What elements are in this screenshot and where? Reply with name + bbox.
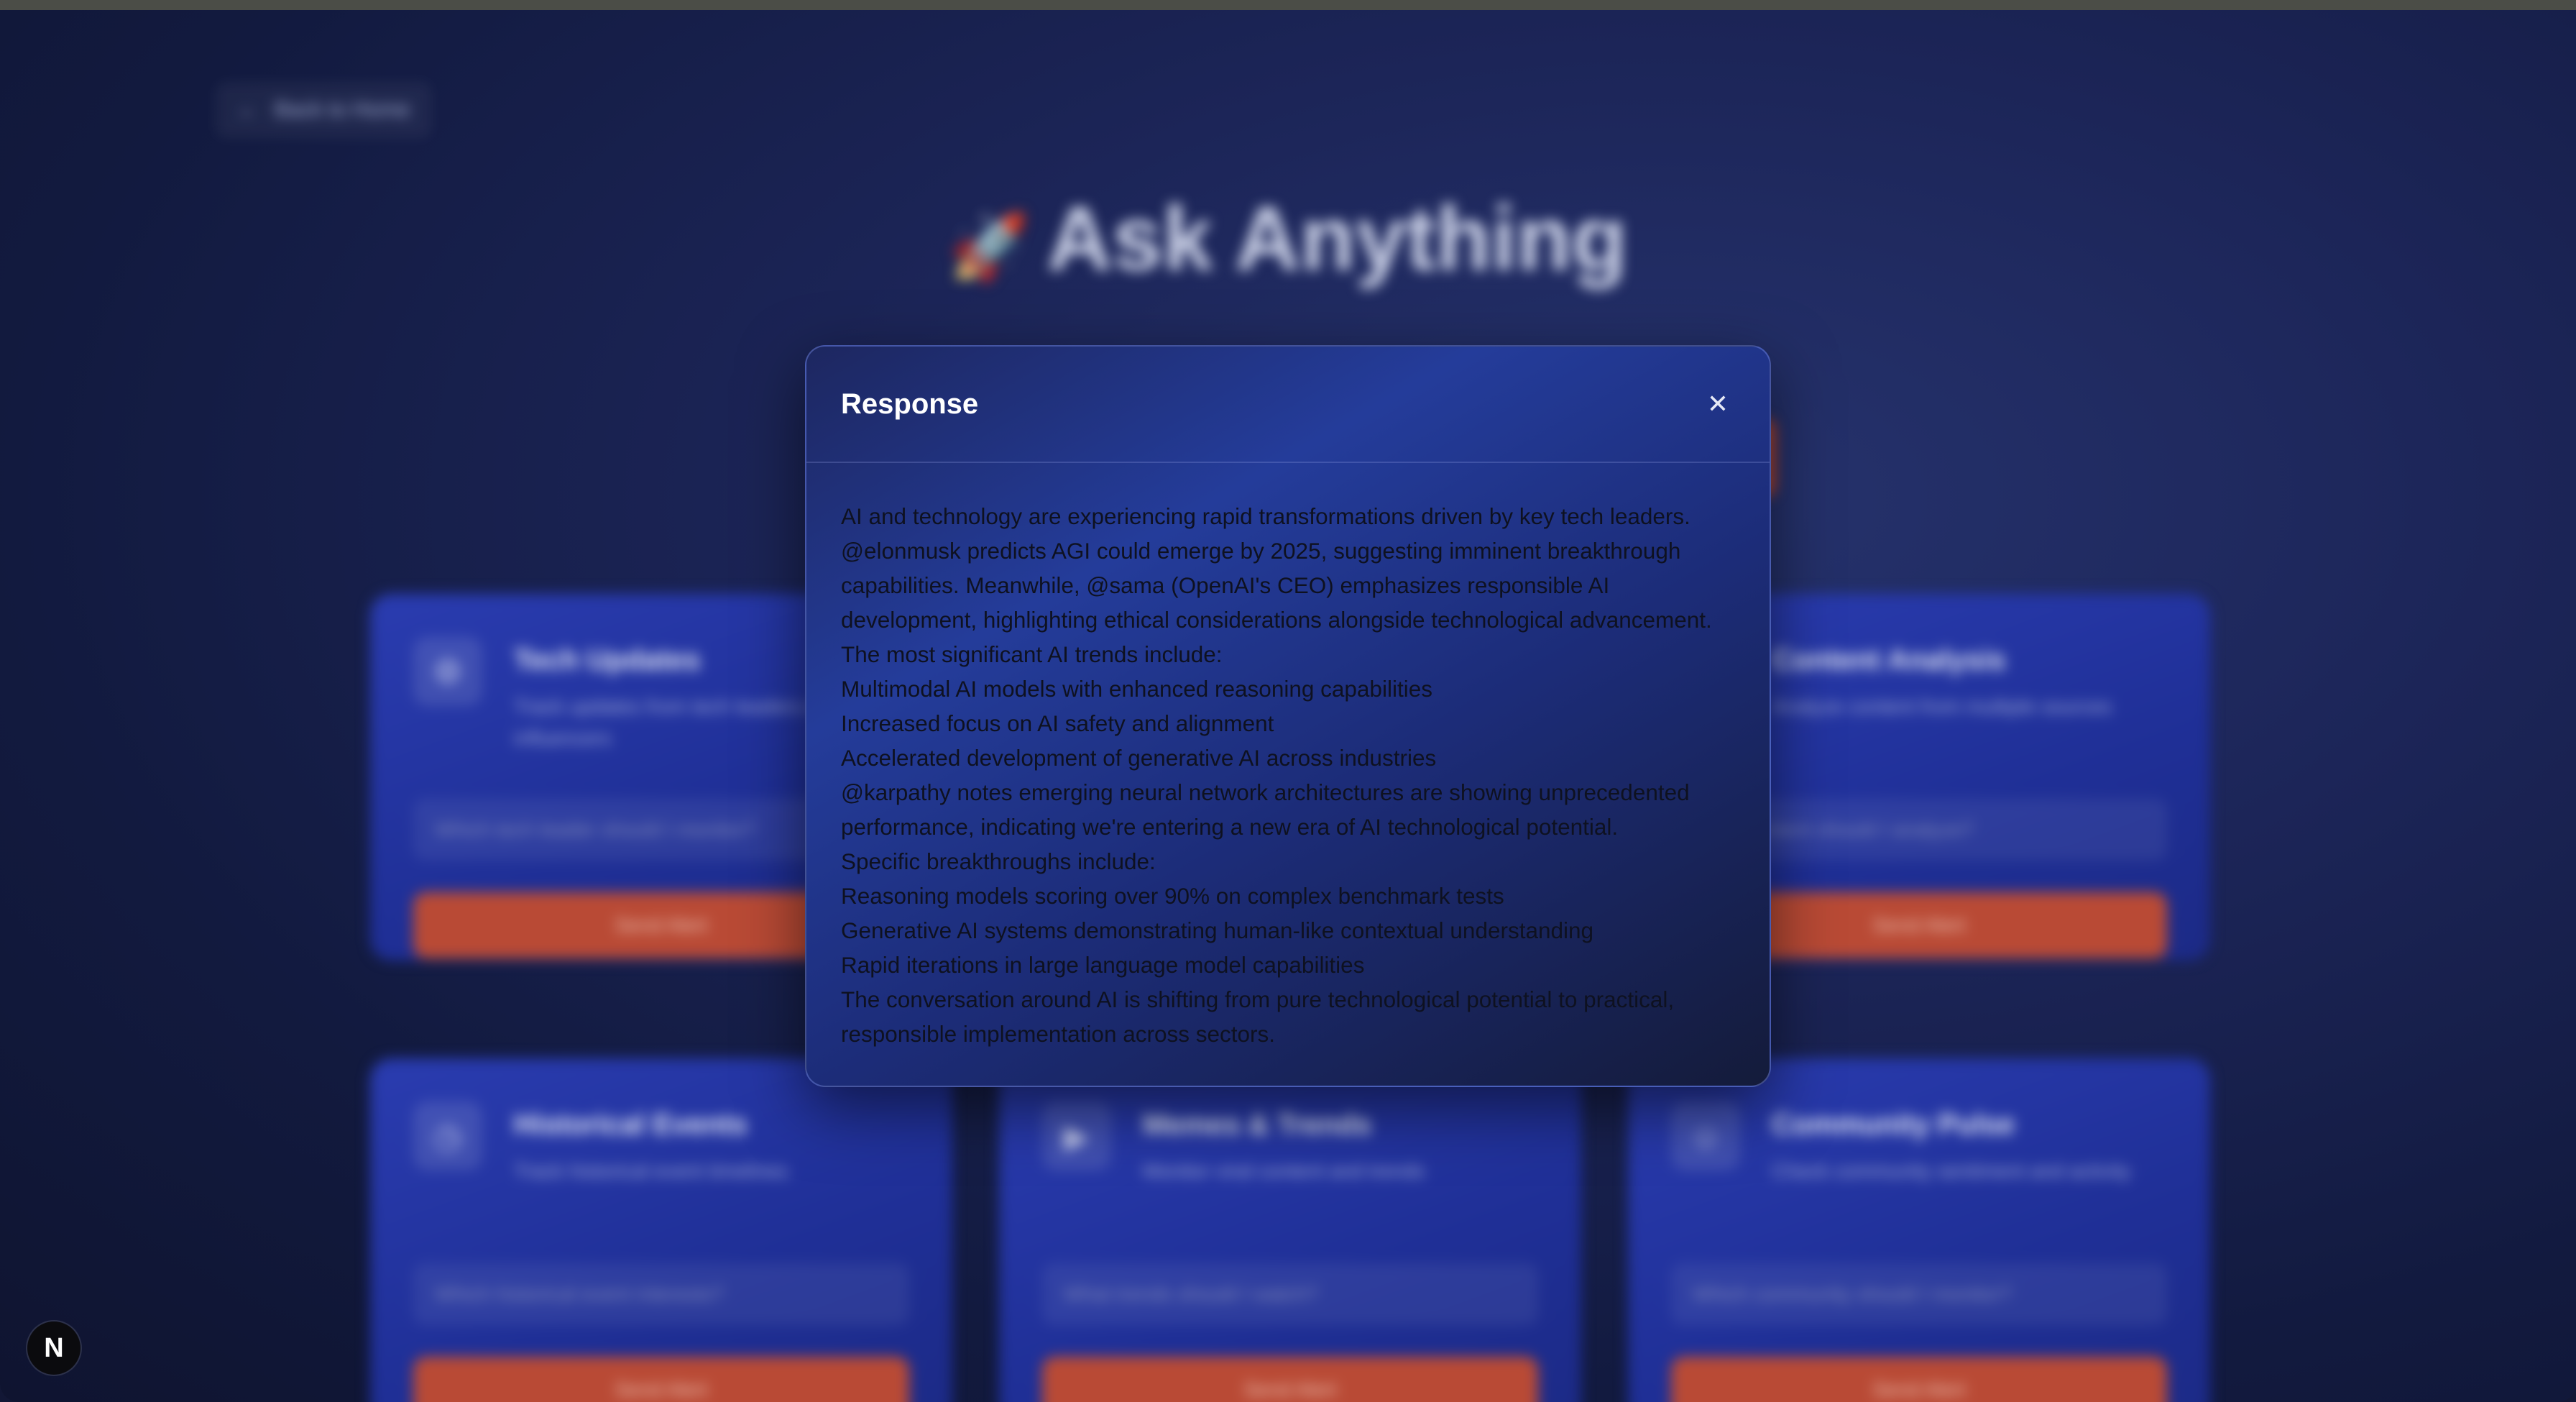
response-line: Rapid iterations in large language model… [841, 952, 1365, 978]
response-line: Reasoning models scoring over 90% on com… [841, 883, 1504, 909]
card-input[interactable]: What trends should I watch? [1042, 1263, 1538, 1325]
response-text: AI and technology are experiencing rapid… [841, 499, 1739, 1051]
card-title: Content Analysis [1772, 644, 2006, 676]
card-title: Memes & Trends [1143, 1109, 1371, 1140]
response-line: Multimodal AI models with enhanced reaso… [841, 676, 1432, 702]
badge-label: N [44, 1333, 64, 1363]
response-line: Generative AI systems demonstrating huma… [841, 917, 1594, 943]
card-input[interactable]: Which historical event interests? [413, 1263, 909, 1325]
response-line: development, highlighting ethical consid… [841, 607, 1712, 633]
response-line: AI and technology are experiencing rapid… [841, 503, 1690, 529]
gear-icon: ⚙ [413, 637, 482, 706]
modal-title: Response [841, 388, 979, 420]
card-send-button[interactable]: Send Alert [413, 1357, 909, 1402]
card-description: Monitor viral content and trends [1143, 1160, 1425, 1182]
response-line: The conversation around AI is shifting f… [841, 986, 1675, 1012]
window-top-bar [0, 0, 2576, 10]
response-line: Increased focus on AI safety and alignme… [841, 710, 1274, 736]
arrow-left-icon: ← [237, 98, 259, 122]
response-line: @elonmusk predicts AGI could emerge by 2… [841, 538, 1681, 564]
card-description: Analyze content from multiple sources [1772, 695, 2112, 718]
play-icon: ▶ [1042, 1101, 1111, 1170]
card-title: Community Pulse [1772, 1109, 2015, 1140]
response-line: The most significant AI trends include: [841, 641, 1223, 667]
modal-header: Response ✕ [806, 347, 1770, 463]
response-line: Accelerated development of generative AI… [841, 745, 1437, 771]
page-title-text: Ask Anything [1046, 188, 1627, 289]
card-description: Check community sentiment and activity [1772, 1160, 2131, 1182]
card-input[interactable]: Which community should I monitor? [1671, 1263, 2167, 1325]
back-to-home-link[interactable]: ← Back to Home [216, 82, 431, 138]
back-link-label: Back to Home [275, 98, 410, 122]
response-line: responsible implementation across sector… [841, 1021, 1276, 1047]
card-historical-events: ◷ Historical Events Track historical eve… [370, 1058, 952, 1402]
response-line: performance, indicating we're entering a… [841, 814, 1619, 840]
rocket-icon: 🚀 [949, 212, 1030, 284]
people-icon: ☺ [1671, 1101, 1740, 1170]
response-modal: Response ✕ AI and technology are experie… [805, 345, 1771, 1087]
page-title: 🚀 Ask Anything [0, 186, 2576, 290]
card-send-button[interactable]: Send Alert [1042, 1357, 1538, 1402]
clock-icon: ◷ [413, 1101, 482, 1170]
card-title: Historical Events [514, 1109, 748, 1140]
page: ← Back to Home 🚀 Ask Anything ⚙ Tech Upda… [0, 10, 2576, 1402]
close-icon[interactable]: ✕ [1701, 387, 1735, 421]
card-send-button[interactable]: Send Alert [1671, 1357, 2167, 1402]
response-line: Specific breakthroughs include: [841, 848, 1156, 874]
card-memes-trends: ▶ Memes & Trends Monitor viral content a… [999, 1058, 1581, 1402]
response-line: capabilities. Meanwhile, @sama (OpenAI's… [841, 572, 1610, 598]
nextjs-badge[interactable]: N [27, 1321, 80, 1375]
card-community-pulse: ☺ Community Pulse Check community sentim… [1628, 1058, 2210, 1402]
card-description: Track historical event timelines [514, 1160, 788, 1182]
card-title: Tech Updates [514, 644, 701, 676]
response-line: @karpathy notes emerging neural network … [841, 779, 1690, 805]
